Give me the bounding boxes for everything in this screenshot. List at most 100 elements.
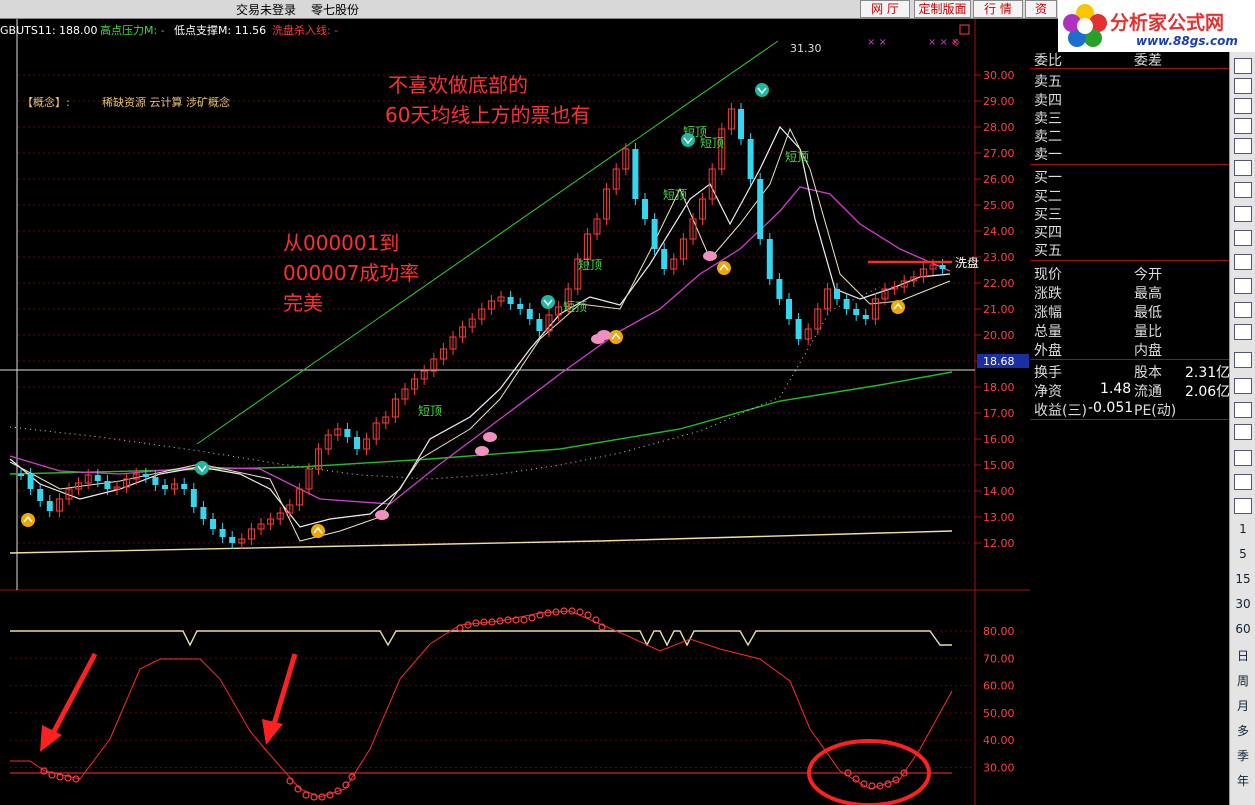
- buy-signal-icon: [609, 330, 623, 344]
- candle-body: [219, 529, 226, 537]
- stat-label: 内盘: [1134, 343, 1162, 359]
- buy-1-label: 买一: [1034, 170, 1062, 186]
- period-button-60[interactable]: 60: [1230, 622, 1255, 636]
- short-top-label: 短顶: [700, 136, 724, 150]
- price-axis-label: 18.00: [983, 381, 1015, 394]
- period-button-30[interactable]: 30: [1230, 597, 1255, 611]
- buy-signal-icon: [21, 513, 35, 527]
- float-label: 流通: [1134, 384, 1162, 400]
- candle-body: [181, 484, 188, 489]
- period-button-1[interactable]: 1: [1230, 522, 1255, 536]
- hat-signal-icon: [475, 446, 489, 456]
- toolbar-icon[interactable]: [1234, 324, 1252, 340]
- candle-body: [766, 239, 773, 279]
- stat-label: 量比: [1134, 324, 1162, 340]
- period-button-日[interactable]: 日: [1230, 647, 1255, 664]
- custom-layout-button[interactable]: 定制版面: [914, 0, 971, 18]
- buy-signal-icon: [311, 524, 325, 538]
- concept-label: 【概念】:: [22, 95, 70, 109]
- signal-marks: ◇: [952, 37, 960, 48]
- annotation-text: 不喜欢做底部的: [388, 73, 528, 97]
- sell-3-label: 卖三: [1034, 111, 1062, 127]
- toolbar-icon[interactable]: [1234, 98, 1252, 114]
- candle-body: [738, 109, 744, 139]
- candle-body: [517, 304, 524, 309]
- toolbar-icon[interactable]: [1234, 182, 1252, 198]
- sell-signal-icon: [681, 133, 695, 147]
- web-hall-button[interactable]: 网 厅: [860, 0, 910, 18]
- price-axis-label: 14.00: [983, 485, 1015, 498]
- hat-signal-icon: [375, 510, 389, 520]
- candle-body: [37, 489, 44, 501]
- stat-label: 外盘: [1034, 343, 1062, 359]
- buy-4-label: 买四: [1034, 225, 1062, 241]
- chart-icon[interactable]: [1234, 138, 1252, 154]
- short-top-label: 短顶: [563, 300, 587, 314]
- candle-body: [200, 507, 207, 519]
- price-axis-label: 15.00: [983, 459, 1015, 472]
- toolbar-icon[interactable]: [1234, 254, 1252, 270]
- eps-label: 收益(三): [1034, 403, 1087, 419]
- period-button-15[interactable]: 15: [1230, 572, 1255, 586]
- toolbar-icon[interactable]: [1234, 474, 1252, 490]
- commission-diff-label: 委差: [1134, 53, 1162, 69]
- toolbar-icon[interactable]: [1234, 58, 1252, 74]
- toolbar-icon[interactable]: [1234, 78, 1252, 94]
- stat-label: 总量: [1034, 324, 1062, 340]
- period-button-年[interactable]: 年: [1230, 772, 1255, 789]
- hat-signal-icon: [703, 251, 717, 261]
- toolbar-icon[interactable]: [1234, 302, 1252, 318]
- toolbar-icon[interactable]: [1234, 160, 1252, 176]
- price-axis-label: 21.00: [983, 303, 1015, 316]
- period-button-周[interactable]: 周: [1230, 672, 1255, 689]
- price-axis-label: 29.00: [983, 95, 1015, 108]
- stat-label: 涨幅: [1034, 305, 1062, 321]
- logo-url: www.88gs.com: [1136, 34, 1238, 48]
- candle-body: [94, 475, 101, 481]
- info-button[interactable]: 资: [1025, 0, 1057, 18]
- buy-signal-icon: [891, 300, 905, 314]
- oscillator-axis-label: 50.00: [983, 707, 1015, 720]
- candle-body: [344, 429, 351, 437]
- concept-tags: 稀缺资源 云计算 涉矿概念: [102, 95, 230, 109]
- oscillator-axis-label: 70.00: [983, 652, 1015, 665]
- price-axis-label: 23.00: [983, 251, 1015, 264]
- toolbar-icon[interactable]: [1234, 278, 1252, 294]
- annotation-text: 完美: [283, 291, 323, 315]
- oscillator-axis-label: 80.00: [983, 625, 1015, 638]
- period-button-多[interactable]: 多: [1230, 722, 1255, 739]
- move-icon[interactable]: [1234, 424, 1252, 440]
- candle-body: [786, 299, 792, 319]
- period-button-月[interactable]: 月: [1230, 697, 1255, 714]
- candle-body: [27, 474, 34, 489]
- flower-logo-icon: [1063, 4, 1107, 47]
- hat-signal-icon: [597, 330, 611, 340]
- toolbar-icon[interactable]: [1234, 230, 1252, 246]
- price-axis-label: 26.00: [983, 173, 1015, 186]
- candle-body: [757, 179, 764, 239]
- annotation-text: 从000001到: [283, 231, 399, 255]
- rsi-icon[interactable]: [1234, 378, 1252, 394]
- buy-5-label: 买五: [1034, 243, 1062, 259]
- toolbar-icon[interactable]: [1234, 402, 1252, 418]
- stat-label: 现价: [1034, 267, 1062, 283]
- toolbar-icon[interactable]: [1234, 450, 1252, 466]
- period-button-5[interactable]: 5: [1230, 547, 1255, 561]
- wash-line-label: 洗盘杀入线: -: [272, 23, 338, 37]
- toolbar-icon[interactable]: [1234, 498, 1252, 514]
- chart-area[interactable]: 30.00 29.00 28.00 27.00 26.00 25.00 24.00 23.00…: [0, 19, 1030, 805]
- short-top-label: 短顶: [663, 188, 687, 202]
- price-axis-label: 12.00: [983, 537, 1015, 550]
- peak-value-label: 31.30: [790, 42, 822, 55]
- pe-label: PE(动): [1134, 403, 1177, 419]
- price-axis-label: 25.00: [983, 199, 1015, 212]
- sell-signal-icon: [541, 295, 555, 309]
- candle-body: [862, 315, 869, 319]
- candle-body: [642, 199, 648, 219]
- site-logo: 分析家公式网 www.88gs.com: [1058, 0, 1255, 52]
- quotes-button[interactable]: 行 情: [973, 0, 1023, 18]
- toolbar-icon[interactable]: [1234, 352, 1252, 368]
- toolbar-icon[interactable]: [1234, 206, 1252, 222]
- period-button-季[interactable]: 季: [1230, 747, 1255, 764]
- toolbar-icon[interactable]: [1234, 118, 1252, 134]
